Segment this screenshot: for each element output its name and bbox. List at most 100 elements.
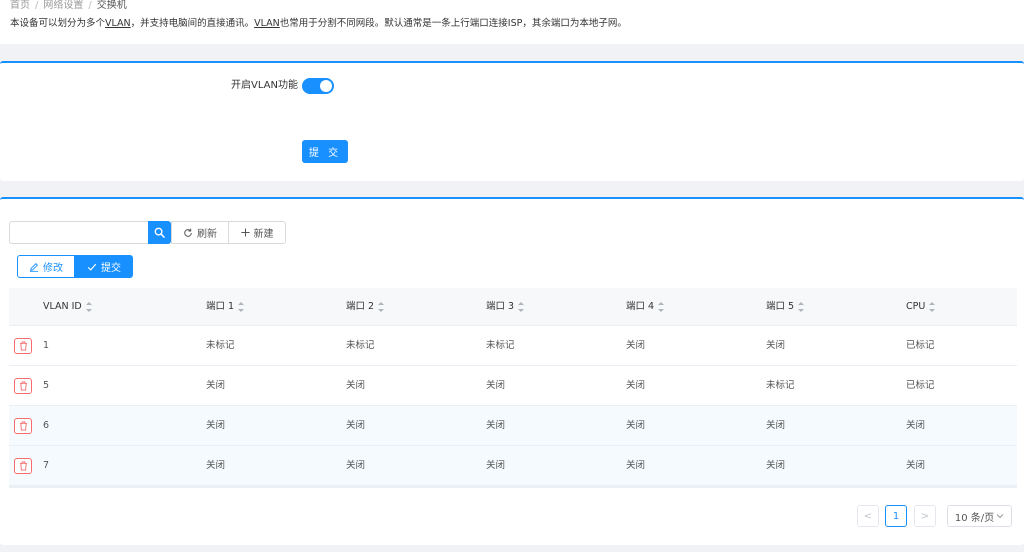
description-text: ，并支持电脑间的直接通讯。 xyxy=(130,18,255,29)
delete-row-button[interactable] xyxy=(14,338,32,354)
cell-port-1[interactable]: 关闭 xyxy=(206,366,225,406)
cell-port-3[interactable]: 关闭 xyxy=(486,406,505,446)
cell-port-2[interactable]: 关闭 xyxy=(346,366,365,406)
plus-icon xyxy=(240,228,250,237)
cell-vlan-id: 6 xyxy=(43,420,50,431)
column-header-cpu[interactable]: CPU xyxy=(906,288,936,326)
sort-icon[interactable] xyxy=(798,301,805,312)
sort-icon[interactable] xyxy=(238,301,245,312)
cell-cpu[interactable]: 关闭 xyxy=(906,406,925,446)
column-header-port-3[interactable]: 端口 3 xyxy=(486,288,525,326)
trash-icon xyxy=(19,461,27,471)
vlan-enable-label: 开启VLAN功能 xyxy=(231,80,298,91)
cell-vlan-id: 1 xyxy=(43,340,50,351)
cell-port-5[interactable]: 关闭 xyxy=(766,406,785,446)
cell-port-3[interactable]: 关闭 xyxy=(486,366,505,406)
cell-port-2[interactable]: 未标记 xyxy=(346,326,375,366)
top-header: 首页 / 网络设置 / 交换机 本设备可以划分为多个VLAN，并支持电脑间的直接通讯。V… xyxy=(0,0,1024,44)
refresh-label: 刷新 xyxy=(197,229,217,240)
breadcrumb-separator: / xyxy=(88,0,92,11)
trash-icon xyxy=(19,421,27,431)
cell-port-4[interactable]: 关闭 xyxy=(626,406,645,446)
chevron-left-icon: < xyxy=(863,510,873,522)
chevron-down-icon xyxy=(996,514,1004,519)
sort-icon[interactable] xyxy=(378,301,385,312)
cell-port-2[interactable]: 关闭 xyxy=(346,406,365,446)
description-text: 也常用于分割不同网段。默认通常是一条上行端口连接ISP，其余端口为本地子网。 xyxy=(279,18,627,29)
column-header-port-2[interactable]: 端口 2 xyxy=(346,288,385,326)
sort-icon[interactable] xyxy=(85,301,92,312)
column-header-port-5[interactable]: 端口 5 xyxy=(766,288,805,326)
table-row: 6 关闭 关闭 关闭 关闭 关闭 关闭 xyxy=(9,406,1017,446)
edit-button[interactable]: 修改 xyxy=(17,255,75,278)
edit-label: 修改 xyxy=(43,263,63,274)
cell-port-5[interactable]: 未标记 xyxy=(766,366,795,406)
refresh-button[interactable]: 刷新 xyxy=(171,221,229,244)
page-number-button[interactable]: 1 xyxy=(885,505,907,527)
next-page-button[interactable]: > xyxy=(914,505,936,527)
column-header-label: 端口 1 xyxy=(206,301,235,312)
table-scrollbar[interactable] xyxy=(9,486,1017,488)
cell-port-4[interactable]: 关闭 xyxy=(626,366,645,406)
column-header-label: 端口 5 xyxy=(766,301,795,312)
vlan-table: VLAN ID 端口 1 端口 2 端口 3 端口 4 端口 5 CPU 1 未… xyxy=(9,288,1017,488)
cell-port-1[interactable]: 关闭 xyxy=(206,446,225,486)
table-row: 5 关闭 关闭 关闭 关闭 未标记 已标记 xyxy=(9,366,1017,406)
column-header-label: VLAN ID xyxy=(43,301,82,312)
trash-icon xyxy=(19,341,27,351)
description-vlan-term: VLAN xyxy=(254,18,280,29)
prev-page-button[interactable]: < xyxy=(857,505,879,527)
cell-cpu[interactable]: 已标记 xyxy=(906,326,935,366)
column-header-label: CPU xyxy=(906,301,926,312)
column-header-port-4[interactable]: 端口 4 xyxy=(626,288,665,326)
search-button[interactable] xyxy=(148,221,171,244)
delete-row-button[interactable] xyxy=(14,418,32,434)
cell-port-3[interactable]: 关闭 xyxy=(486,446,505,486)
column-header-vlan-id[interactable]: VLAN ID xyxy=(43,288,92,326)
switch-knob xyxy=(320,80,332,92)
table-header: VLAN ID 端口 1 端口 2 端口 3 端口 4 端口 5 CPU xyxy=(9,288,1017,326)
breadcrumb: 首页 / 网络设置 / 交换机 xyxy=(10,0,127,12)
commit-label: 提交 xyxy=(101,263,121,274)
cell-port-2[interactable]: 关闭 xyxy=(346,446,365,486)
cell-port-4[interactable]: 关闭 xyxy=(626,446,645,486)
column-header-label: 端口 2 xyxy=(346,301,375,312)
search-icon xyxy=(154,227,165,238)
delete-row-button[interactable] xyxy=(14,378,32,394)
cell-port-5[interactable]: 关闭 xyxy=(766,326,785,366)
check-icon xyxy=(87,263,97,271)
sort-icon[interactable] xyxy=(658,301,665,312)
cell-port-1[interactable]: 关闭 xyxy=(206,406,225,446)
page-size-select[interactable]: 10 条/页 xyxy=(947,505,1012,527)
commit-button[interactable]: 提交 xyxy=(75,255,133,278)
search-input[interactable] xyxy=(9,221,149,244)
breadcrumb-home[interactable]: 首页 xyxy=(10,0,30,11)
refresh-icon xyxy=(184,228,192,237)
cell-port-5[interactable]: 关闭 xyxy=(766,446,785,486)
cell-cpu[interactable]: 关闭 xyxy=(906,446,925,486)
breadcrumb-network[interactable]: 网络设置 xyxy=(43,0,83,11)
vlan-enable-switch[interactable] xyxy=(302,78,334,94)
cell-port-4[interactable]: 关闭 xyxy=(626,326,645,366)
sort-icon[interactable] xyxy=(929,301,936,312)
page-description: 本设备可以划分为多个VLAN，并支持电脑间的直接通讯。VLAN也常用于分割不同网… xyxy=(10,17,627,31)
delete-row-button[interactable] xyxy=(14,458,32,474)
new-button[interactable]: 新建 xyxy=(228,221,286,244)
table-row: 1 未标记 未标记 未标记 关闭 关闭 已标记 xyxy=(9,326,1017,366)
edit-icon xyxy=(29,262,39,272)
description-vlan-term: VLAN xyxy=(105,18,131,29)
cell-cpu[interactable]: 已标记 xyxy=(906,366,935,406)
description-text: 本设备可以划分为多个 xyxy=(10,18,106,29)
new-label: 新建 xyxy=(253,229,274,240)
cell-vlan-id: 5 xyxy=(43,380,50,391)
sort-icon[interactable] xyxy=(518,301,525,312)
breadcrumb-separator: / xyxy=(35,0,39,11)
column-header-label: 端口 3 xyxy=(486,301,515,312)
trash-icon xyxy=(19,381,27,391)
vlan-submit-button[interactable]: 提 交 xyxy=(302,140,348,163)
page-size-value: 10 条/页 xyxy=(954,512,995,524)
cell-port-3[interactable]: 未标记 xyxy=(486,326,515,366)
cell-port-1[interactable]: 未标记 xyxy=(206,326,235,366)
cell-vlan-id: 7 xyxy=(43,460,50,471)
column-header-port-1[interactable]: 端口 1 xyxy=(206,288,245,326)
